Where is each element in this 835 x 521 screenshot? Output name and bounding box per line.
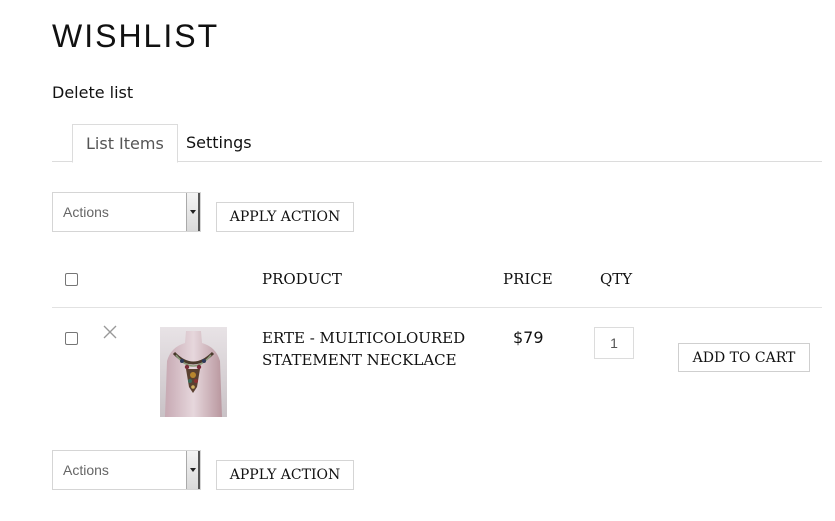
chevron-down-icon <box>186 193 200 231</box>
bulk-actions-select[interactable]: Actions <box>52 192 201 232</box>
product-name-link[interactable]: ERTE - MULTICOLOURED STATEMENT NECKLACE <box>262 327 482 371</box>
table-row: ERTE - MULTICOLOURED STATEMENT NECKLACE … <box>52 309 822 429</box>
tab-settings[interactable]: Settings <box>173 124 265 162</box>
bulk-actions-bottom: Actions APPLY ACTION <box>52 450 362 490</box>
bulk-actions-select-value: Actions <box>63 204 109 220</box>
select-all-checkbox[interactable] <box>65 273 78 286</box>
add-to-cart-button[interactable]: ADD TO CART <box>678 343 810 372</box>
bulk-actions-top: Actions APPLY ACTION <box>52 192 362 232</box>
wishlist-tabs: List Items Settings <box>52 124 822 163</box>
table-header: PRODUCT PRICE QTY <box>52 262 822 308</box>
apply-action-button[interactable]: APPLY ACTION <box>216 202 354 232</box>
product-thumbnail[interactable] <box>160 327 227 417</box>
bulk-actions-select-value: Actions <box>63 462 109 478</box>
quantity-input[interactable]: 1 <box>594 327 634 359</box>
header-product: PRODUCT <box>262 270 342 288</box>
tab-list-items[interactable]: List Items <box>72 124 178 163</box>
bulk-actions-select[interactable]: Actions <box>52 450 201 490</box>
product-name-line-2: STATEMENT NECKLACE <box>262 351 457 369</box>
delete-list-link[interactable]: Delete list <box>52 83 133 102</box>
header-price: PRICE <box>503 270 553 288</box>
chevron-down-icon <box>186 451 200 489</box>
product-name-line-1: ERTE - MULTICOLOURED <box>262 329 466 347</box>
apply-action-button[interactable]: APPLY ACTION <box>216 460 354 490</box>
close-icon[interactable] <box>102 324 118 340</box>
header-qty: QTY <box>600 270 633 288</box>
product-price: $79 <box>513 328 544 347</box>
row-select-checkbox[interactable] <box>65 332 78 345</box>
page-title: WISHLIST <box>52 18 220 54</box>
